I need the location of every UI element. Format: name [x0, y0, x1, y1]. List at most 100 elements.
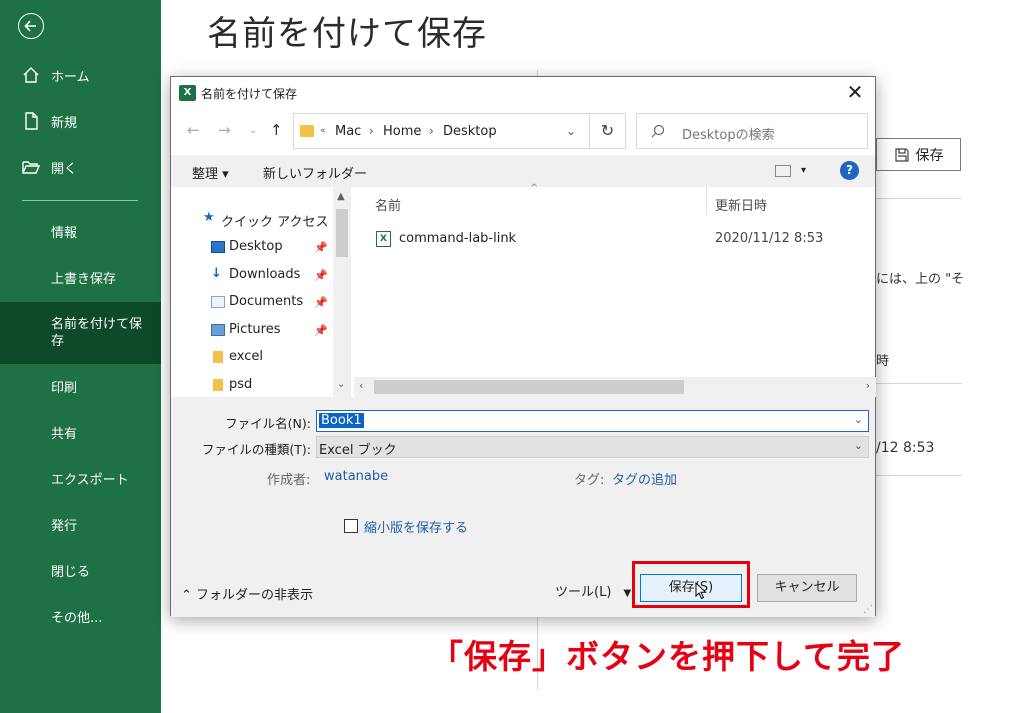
- tree-item-label: Desktop: [229, 239, 283, 254]
- nav-info-label: 情報: [51, 225, 78, 241]
- file-row[interactable]: X command-lab-link 2020/11/12 8:53: [354, 227, 876, 251]
- excel-file-icon: X: [376, 231, 391, 247]
- tree-item-quick-access[interactable]: ★ クイック アクセス: [203, 210, 329, 230]
- up-arrow-icon[interactable]: ↑: [270, 121, 283, 139]
- nav-more[interactable]: その他...: [0, 593, 161, 639]
- column-header-name[interactable]: 名前: [375, 195, 401, 214]
- pin-icon[interactable]: 📌: [314, 324, 328, 337]
- nav-export[interactable]: エクスポート: [0, 455, 161, 501]
- search-box[interactable]: Desktopの検索: [636, 113, 868, 149]
- nav-share-label: 共有: [51, 426, 78, 442]
- organize-button[interactable]: 整理 ▾: [192, 163, 229, 182]
- breadcrumb-item[interactable]: Home: [383, 124, 421, 139]
- tree-item-psd[interactable]: psd: [213, 377, 252, 392]
- folder-icon: [300, 125, 314, 137]
- nav-open[interactable]: 開く: [0, 144, 161, 190]
- scroll-right-icon[interactable]: ›: [866, 379, 870, 392]
- pin-icon[interactable]: 📌: [314, 296, 328, 309]
- chevron-down-icon[interactable]: ⌄: [854, 439, 863, 452]
- new-folder-button[interactable]: 新しいフォルダー: [263, 163, 367, 182]
- instruction-caption: 「保存」ボタンを押下して完了: [430, 637, 906, 676]
- dropdown-arrow-icon: ▼: [623, 588, 632, 599]
- tree-item-label: Downloads: [229, 267, 301, 282]
- tree-item-pictures[interactable]: Pictures 📌: [211, 322, 328, 337]
- backstage-save-label: 保存: [915, 147, 944, 164]
- pin-icon[interactable]: 📌: [314, 269, 328, 282]
- nav-open-label: 開く: [51, 161, 78, 177]
- cancel-button[interactable]: キャンセル: [757, 574, 857, 602]
- navigation-pane: ★ クイック アクセス Desktop 📌 ↓ Downloads 📌 Docu…: [171, 187, 351, 397]
- excel-icon: X: [179, 85, 196, 101]
- scroll-down-icon[interactable]: ⌄: [337, 379, 345, 390]
- nav-publish[interactable]: 発行: [0, 501, 161, 547]
- save-options-panel: ファイル名(N): Book1 ⌄ ファイルの種類(T): Excel ブック …: [171, 397, 875, 617]
- chevron-down-icon[interactable]: ⌄: [854, 413, 863, 426]
- nav-share[interactable]: 共有: [0, 409, 161, 455]
- chevron-down-icon[interactable]: ⌄: [249, 125, 257, 136]
- view-dropdown-icon[interactable]: ▾: [801, 165, 806, 176]
- dialog-titlebar[interactable]: X 名前を付けて保存 ✕: [171, 77, 875, 109]
- tree-item-label: クイック アクセス: [221, 215, 329, 230]
- save-thumbnail-label[interactable]: 縮小版を保存する: [364, 517, 468, 536]
- refresh-icon: ↻: [600, 121, 615, 140]
- sort-caret-icon: ^: [530, 183, 539, 194]
- column-divider[interactable]: [706, 187, 707, 215]
- pictures-icon: [211, 324, 225, 336]
- divider: [876, 475, 962, 476]
- save-as-dialog: X 名前を付けて保存 ✕ ← → ⌄ ↑ « Mac › Home › Desk…: [170, 76, 876, 617]
- scroll-left-icon[interactable]: ‹: [359, 379, 363, 392]
- filetype-select[interactable]: Excel ブック ⌄: [316, 436, 869, 458]
- tree-item-excel[interactable]: excel: [213, 349, 263, 364]
- resize-grip-icon[interactable]: ⋰: [863, 604, 873, 615]
- tags-value[interactable]: タグの追加: [612, 469, 677, 488]
- breadcrumb-item[interactable]: Mac: [335, 124, 361, 139]
- scroll-up-icon[interactable]: ▲: [337, 191, 345, 202]
- nav-close[interactable]: 閉じる: [0, 547, 161, 593]
- divider: [876, 198, 962, 199]
- help-icon[interactable]: ?: [840, 161, 859, 180]
- filename-label: ファイル名(N):: [225, 416, 311, 431]
- refresh-button[interactable]: ↻: [590, 113, 626, 149]
- backstage-nav: ホーム 新規 開く 情報 上書き保存 名前を付けて保存 印刷 共有 エクスポート…: [0, 0, 161, 713]
- nav-print[interactable]: 印刷: [0, 363, 161, 409]
- back-arrow-icon[interactable]: ←: [187, 121, 200, 139]
- scrollbar-thumb[interactable]: [336, 209, 348, 257]
- tree-item-downloads[interactable]: ↓ Downloads 📌: [211, 266, 328, 282]
- nav-divider: [22, 200, 138, 201]
- nav-save-as[interactable]: 名前を付けて保存: [0, 302, 161, 364]
- tree-scrollbar[interactable]: ▲ ⌄: [333, 187, 351, 397]
- forward-arrow-icon[interactable]: →: [218, 121, 231, 139]
- backstage-save-button[interactable]: 保存: [876, 138, 961, 171]
- back-button[interactable]: [18, 13, 44, 39]
- view-options-icon[interactable]: [775, 165, 791, 177]
- hide-folders-toggle[interactable]: ⌃ フォルダーの非表示: [181, 584, 313, 603]
- column-header-modified[interactable]: 更新日時: [715, 195, 767, 214]
- pin-icon[interactable]: 📌: [314, 241, 328, 254]
- breadcrumb-item[interactable]: Desktop: [443, 124, 497, 139]
- nav-new[interactable]: 新規: [0, 98, 161, 144]
- search-icon: [651, 124, 665, 138]
- peek-text: 時: [876, 354, 890, 369]
- nav-info[interactable]: 情報: [0, 208, 161, 254]
- author-value[interactable]: watanabe: [324, 469, 388, 484]
- hide-folders-label: フォルダーの非表示: [196, 588, 314, 603]
- nav-save[interactable]: 上書き保存: [0, 254, 161, 300]
- save-icon: [894, 147, 909, 162]
- filename-input[interactable]: Book1 ⌄: [316, 410, 869, 432]
- tools-menu[interactable]: ツール(L) ▼: [555, 581, 631, 600]
- file-list-scrollbar[interactable]: ‹ ›: [354, 377, 876, 397]
- address-bar[interactable]: « Mac › Home › Desktop ⌄: [293, 113, 590, 149]
- tree-item-desktop[interactable]: Desktop 📌: [211, 239, 328, 254]
- nav-home[interactable]: ホーム: [0, 52, 161, 98]
- new-document-icon: [25, 112, 38, 130]
- file-modified: 2020/11/12 8:53: [715, 231, 824, 246]
- close-button[interactable]: ✕: [843, 81, 867, 105]
- scrollbar-thumb[interactable]: [374, 380, 684, 394]
- cursor-icon: [695, 582, 707, 600]
- chevron-down-icon[interactable]: ⌄: [566, 124, 576, 138]
- page-title: 名前を付けて保存: [207, 14, 487, 54]
- save-button-highlight: [632, 561, 750, 608]
- tree-item-documents[interactable]: Documents 📌: [211, 294, 328, 309]
- chevron-right-icon: ›: [429, 124, 434, 138]
- save-thumbnail-checkbox[interactable]: [344, 519, 358, 533]
